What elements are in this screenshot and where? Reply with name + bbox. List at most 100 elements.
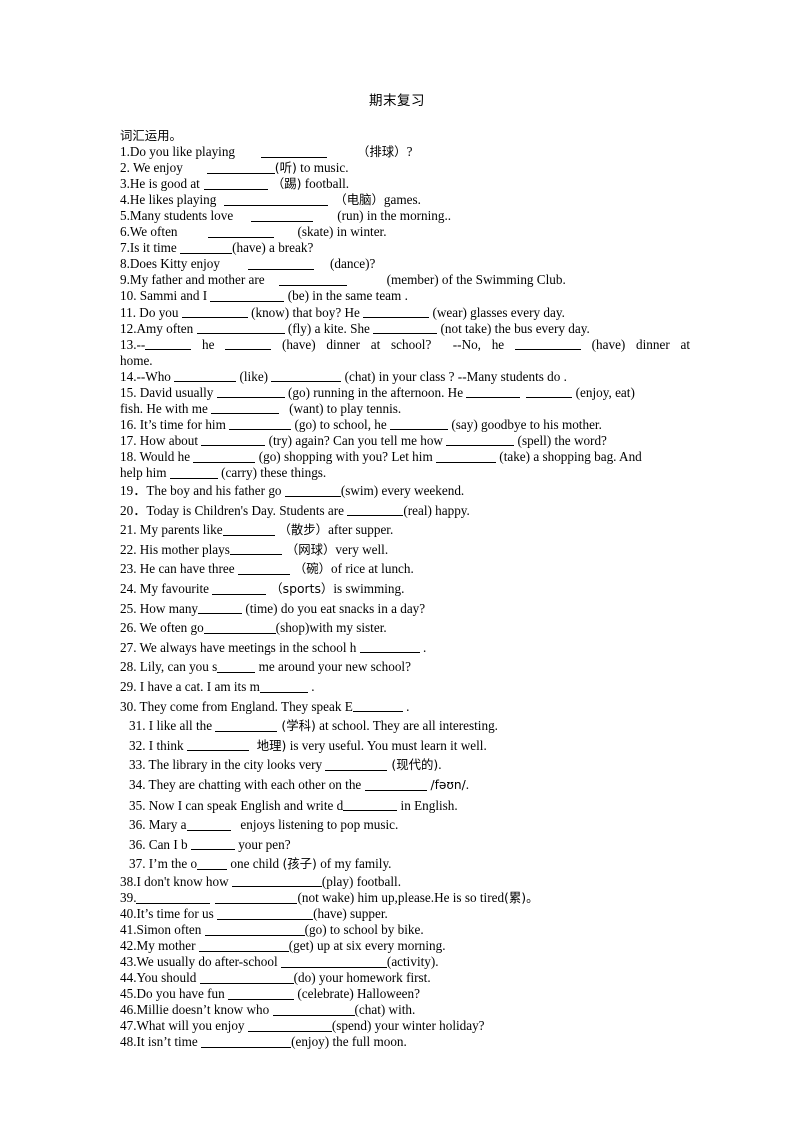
answer-blank[interactable]: [436, 449, 496, 463]
line-2-text: 2. We enjoy: [120, 160, 183, 176]
answer-blank[interactable]: [526, 385, 573, 399]
answer-blank[interactable]: [217, 906, 314, 920]
line-28-text: 28. Lily, can you s: [120, 659, 218, 675]
answer-blank[interactable]: [251, 209, 314, 222]
answer-blank[interactable]: [390, 417, 449, 431]
answer-blank[interactable]: [215, 890, 298, 904]
answer-blank[interactable]: [373, 321, 438, 335]
answer-blank[interactable]: [190, 837, 235, 851]
answer-blank[interactable]: [207, 225, 274, 238]
answer-blank[interactable]: [261, 144, 328, 158]
answer-blank[interactable]: [186, 818, 231, 831]
answer-blank[interactable]: [272, 1003, 355, 1016]
exercise-line-12: 12.Amy often (fly) a kite. She (not take…: [120, 321, 690, 337]
line-19-text: 19．The boy and his father go: [120, 483, 285, 499]
answer-blank[interactable]: [206, 161, 275, 174]
answer-blank[interactable]: [210, 289, 285, 303]
answer-blank[interactable]: [216, 385, 285, 399]
line-4-end: games.: [383, 192, 421, 208]
answer-blank[interactable]: [215, 719, 278, 732]
exercise-line-36b: 36. Can I b your pen?: [120, 835, 690, 855]
line-19-end: (swim) every weekend.: [340, 483, 465, 499]
answer-blank[interactable]: [237, 562, 290, 575]
answer-blank[interactable]: [204, 922, 305, 936]
page-title: 期末复习: [369, 93, 425, 108]
answer-blank[interactable]: [278, 273, 347, 286]
answer-blank[interactable]: [446, 433, 515, 447]
answer-blank[interactable]: [174, 369, 237, 383]
line-12-text: 12.Amy often: [120, 320, 197, 336]
answer-blank[interactable]: [145, 337, 192, 351]
line-48-end: (enjoy) the full moon.: [291, 1034, 407, 1050]
answer-blank[interactable]: [231, 874, 322, 888]
answer-blank[interactable]: [222, 523, 275, 536]
line-7-text: 7.Is it time: [120, 240, 181, 256]
answer-blank[interactable]: [193, 449, 256, 463]
answer-blank[interactable]: [228, 987, 295, 1000]
line-37-mid: one child: [227, 856, 283, 872]
answer-blank[interactable]: [198, 939, 289, 952]
answer-blank[interactable]: [180, 241, 233, 254]
section-heading: 词汇运用。: [120, 128, 182, 143]
answer-blank[interactable]: [284, 483, 341, 497]
line-33-end: .: [438, 757, 442, 773]
answer-blank[interactable]: [136, 890, 211, 904]
answer-blank[interactable]: [280, 955, 387, 968]
line-17-end: (spell) the word?: [514, 432, 607, 448]
line-4-text: 4.He likes playing: [120, 192, 217, 208]
answer-blank[interactable]: [248, 257, 314, 270]
answer-blank[interactable]: [186, 738, 249, 752]
answer-blank[interactable]: [325, 758, 388, 771]
answer-blank[interactable]: [198, 601, 243, 615]
answer-blank[interactable]: [225, 337, 272, 351]
answer-blank[interactable]: [217, 660, 256, 673]
answer-blank[interactable]: [201, 433, 266, 447]
exercise-line-29: 29. I have a cat. I am its m .: [120, 677, 690, 697]
answer-blank[interactable]: [343, 798, 398, 812]
answer-blank[interactable]: [363, 305, 430, 319]
exercise-line-13: 13.-- he (have) dinner at school? --No, …: [120, 337, 690, 353]
answer-blank[interactable]: [364, 777, 427, 791]
line-25-text: 25. How many: [120, 600, 199, 616]
line-40-text: 40.It’s time for us: [120, 906, 218, 921]
answer-blank[interactable]: [259, 679, 308, 693]
line-7-end: (have) a break?: [232, 240, 314, 256]
answer-blank[interactable]: [181, 305, 248, 319]
exercise-line-31: 31. I like all the (学科) at school. They …: [120, 716, 690, 736]
answer-blank[interactable]: [514, 337, 581, 351]
answer-blank[interactable]: [359, 640, 420, 654]
line-24-text: 24. My favourite: [120, 581, 213, 596]
line-47-end: (spend) your winter holiday?: [331, 1018, 485, 1034]
exercise-line-47: 47.What will you enjoy (spend) your wint…: [120, 1018, 690, 1034]
exercise-line-38: 38.I don't know how (play) football.: [120, 874, 690, 890]
answer-blank[interactable]: [224, 193, 329, 206]
exercise-line-25: 25. How many (time) do you eat snacks in…: [120, 599, 690, 619]
answer-blank[interactable]: [229, 417, 292, 431]
line-12-end: (not take) the bus every day.: [437, 320, 590, 336]
line-31-end: at school. They are all interesting.: [315, 718, 498, 734]
exercise-line-18-cont: help him (carry) these things.: [120, 465, 690, 481]
answer-blank[interactable]: [169, 465, 218, 479]
answer-blank[interactable]: [347, 503, 404, 517]
answer-blank[interactable]: [211, 401, 280, 415]
answer-blank[interactable]: [466, 385, 521, 399]
answer-blank[interactable]: [201, 1035, 292, 1048]
answer-blank[interactable]: [199, 971, 294, 984]
exercise-line-20: 20．Today is Children's Day. Students are…: [120, 501, 690, 521]
answer-blank[interactable]: [271, 369, 342, 383]
answer-blank[interactable]: [229, 542, 282, 556]
line-23-end: of rice at lunch.: [331, 561, 414, 577]
line-13-m2: (have) dinner at school? --No, he: [271, 336, 515, 352]
answer-blank[interactable]: [197, 857, 228, 870]
line-42-text: 42.My mother: [120, 938, 199, 954]
answer-blank[interactable]: [212, 581, 267, 595]
answer-blank[interactable]: [247, 1019, 332, 1032]
exercise-line-33: 33. The library in the city looks very (…: [120, 755, 690, 775]
answer-blank[interactable]: [203, 621, 276, 634]
answer-blank[interactable]: [196, 321, 285, 335]
answer-blank[interactable]: [352, 699, 403, 713]
line-37-text: 37. I’m the o: [129, 856, 198, 872]
exercise-line-9: 9.My father and mother are (member) of th…: [120, 272, 690, 288]
answer-blank[interactable]: [203, 177, 268, 190]
line-18-text: 18. Would he: [120, 448, 194, 464]
